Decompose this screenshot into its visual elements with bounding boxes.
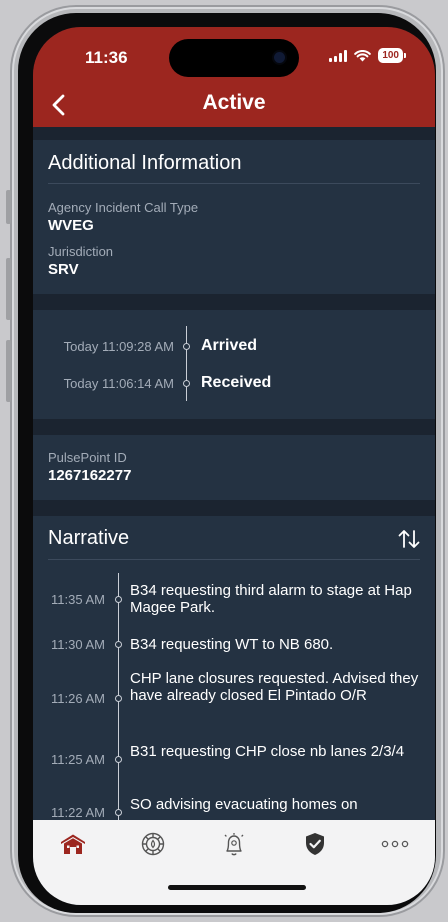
app-header: 11:36 100 Active xyxy=(33,27,435,127)
status-icons: 100 xyxy=(329,48,406,63)
tab-bar xyxy=(33,820,435,905)
narrative-text: B34 requesting third alarm to stage at H… xyxy=(130,582,412,616)
home-indicator[interactable] xyxy=(168,885,306,890)
timeline-dot xyxy=(115,596,122,603)
timeline-dot xyxy=(115,756,122,763)
additional-info-card: Additional Information Agency Incident C… xyxy=(33,140,435,294)
pulsepoint-value: 1267162277 xyxy=(48,467,132,484)
cellular-signal-icon xyxy=(329,49,348,62)
timeline-dot xyxy=(183,380,190,387)
timeline-time: Today 11:06:14 AM xyxy=(63,376,174,391)
volume-down-button xyxy=(6,340,11,402)
additional-info-title: Additional Information xyxy=(48,152,242,174)
narrative-time: 11:35 AM xyxy=(51,592,105,607)
tab-fire-department[interactable] xyxy=(133,830,173,858)
narrative-text: CHP lane closures requested. Advised the… xyxy=(130,670,419,704)
call-type-label: Agency Incident Call Type xyxy=(48,200,199,215)
timeline-status: Arrived xyxy=(201,337,258,354)
station-icon xyxy=(61,834,85,854)
timeline-dot xyxy=(115,809,122,816)
sort-arrows-icon xyxy=(398,530,420,548)
narrative-text: B34 requesting WT to NB 680. xyxy=(130,636,334,653)
narrative-time: 11:26 AM xyxy=(51,691,105,706)
screen: 11:36 100 Active Additional Information … xyxy=(33,27,435,905)
narrative-title: Narrative xyxy=(48,527,130,549)
camera-icon xyxy=(274,52,285,63)
wifi-icon xyxy=(354,49,372,61)
tab-more[interactable] xyxy=(375,830,415,858)
jurisdiction-value: SRV xyxy=(48,261,79,278)
more-icon xyxy=(381,840,409,848)
narrative-time: 11:25 AM xyxy=(51,752,105,767)
divider xyxy=(48,183,420,184)
battery-icon: 100 xyxy=(378,48,406,63)
tab-station[interactable] xyxy=(53,830,93,858)
timeline-dot xyxy=(115,641,122,648)
shield-check-icon xyxy=(306,833,324,855)
volume-up-button xyxy=(6,258,11,320)
narrative-card: Narrative 11:35 AM B34 requesting third … xyxy=(33,516,435,820)
narrative-text: B31 requesting CHP close nb lanes 2/3/4 xyxy=(130,743,405,760)
timeline-time: Today 11:09:28 AM xyxy=(63,339,174,354)
page-title: Active xyxy=(202,91,266,114)
mute-switch xyxy=(6,190,11,224)
timeline-status: Received xyxy=(201,374,272,391)
timeline-dot xyxy=(183,343,190,350)
fire-badge-icon xyxy=(141,832,165,856)
jurisdiction-label: Jurisdiction xyxy=(48,244,114,259)
pulsepoint-label: PulsePoint ID xyxy=(48,450,127,465)
status-time: 11:36 xyxy=(85,48,128,67)
alert-bell-icon xyxy=(224,833,244,856)
narrative-time: 11:30 AM xyxy=(51,637,105,652)
sort-button[interactable] xyxy=(396,526,422,552)
status-timeline-card: Today 11:09:28 AM Arrived Today 11:06:14… xyxy=(33,310,435,419)
narrative-text: SO advising evacuating homes on xyxy=(130,796,358,813)
narrative-time: 11:22 AM xyxy=(51,805,105,820)
dynamic-island xyxy=(169,39,299,77)
call-type-value: WVEG xyxy=(48,217,94,234)
timeline-line xyxy=(186,326,187,401)
timeline-dot xyxy=(115,695,122,702)
tab-alerts[interactable] xyxy=(214,830,254,858)
pulsepoint-card: PulsePoint ID 1267162277 xyxy=(33,435,435,500)
tab-verified-responder[interactable] xyxy=(295,830,335,858)
incident-detail-scroll[interactable]: Additional Information Agency Incident C… xyxy=(33,127,435,820)
divider xyxy=(48,559,420,560)
